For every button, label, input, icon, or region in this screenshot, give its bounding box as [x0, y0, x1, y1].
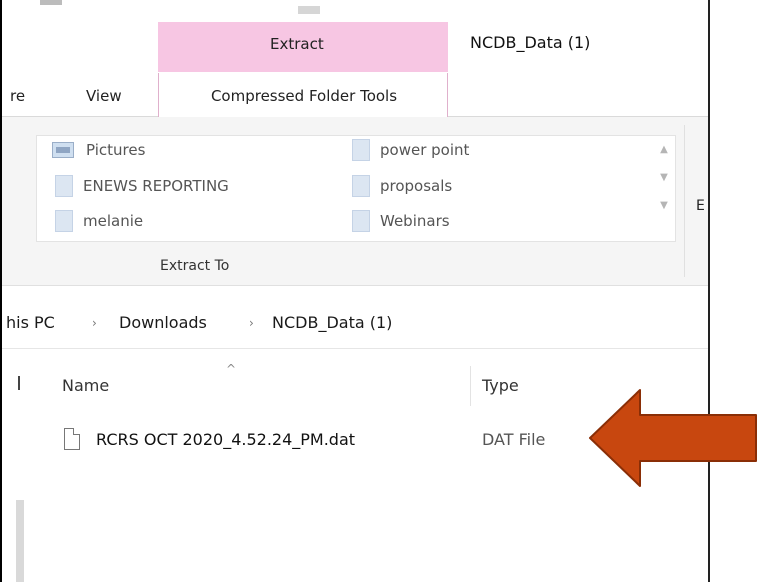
title-bar-icon-stub: [298, 6, 320, 14]
column-divider[interactable]: [470, 366, 471, 406]
navigation-pane-splitter[interactable]: [18, 376, 20, 390]
breadcrumb-ncdb-data[interactable]: NCDB_Data (1): [272, 313, 392, 332]
window-border-right: [708, 0, 710, 582]
gallery-item-power-point[interactable]: power point: [352, 137, 469, 163]
tab-compressed-folder-tools-label: Compressed Folder Tools: [210, 87, 398, 105]
breadcrumb-chevron-icon[interactable]: ›: [92, 316, 97, 330]
expand-gallery-icon[interactable]: ▼: [654, 192, 674, 220]
extract-all-button-partial[interactable]: E: [696, 198, 705, 214]
gallery-item-proposals[interactable]: proposals: [352, 173, 452, 199]
scroll-down-icon[interactable]: ▼: [654, 164, 674, 192]
gallery-item-pictures[interactable]: Pictures: [52, 137, 145, 163]
pictures-folder-icon: [52, 142, 74, 158]
folder-icon: [352, 175, 370, 197]
breadcrumb[interactable]: his PC › Downloads › NCDB_Data (1): [2, 303, 708, 347]
file-row[interactable]: RCRS OCT 2020_4.52.24_PM.dat DAT File: [64, 423, 664, 455]
ribbon-group-separator: [684, 125, 685, 277]
breadcrumb-chevron-icon[interactable]: ›: [249, 316, 254, 330]
title-bar-icon-stub: [40, 0, 62, 5]
document-icon: [64, 428, 80, 450]
extract-to-group-label: Extract To: [160, 258, 230, 274]
breadcrumb-downloads[interactable]: Downloads: [119, 313, 207, 332]
extract-context-label: Extract: [270, 35, 324, 53]
scroll-up-icon[interactable]: ▲: [654, 136, 674, 164]
ribbon-bottom-border: [2, 285, 708, 286]
folder-icon: [55, 175, 73, 197]
tab-share[interactable]: re: [10, 87, 25, 105]
arrow-annotation: [589, 389, 757, 487]
folder-icon: [352, 210, 370, 232]
gallery-item-webinars[interactable]: Webinars: [352, 208, 450, 234]
gallery-item-melanie[interactable]: melanie: [55, 208, 143, 234]
column-header-type[interactable]: Type: [482, 376, 519, 395]
tab-view[interactable]: View: [86, 87, 122, 105]
navigation-pane-scrollbar[interactable]: [16, 500, 24, 582]
title-bar: [0, 0, 710, 20]
address-bar-border: [2, 348, 708, 349]
file-type: DAT File: [482, 429, 546, 449]
window-title: NCDB_Data (1): [470, 33, 591, 52]
file-name: RCRS OCT 2020_4.52.24_PM.dat: [96, 429, 356, 449]
sort-caret-icon: ^: [226, 362, 237, 376]
folder-icon: [352, 139, 370, 161]
breadcrumb-this-pc[interactable]: his PC: [6, 313, 55, 332]
gallery-scrollbar[interactable]: ▲ ▼ ▼: [654, 136, 674, 240]
folder-icon: [55, 210, 73, 232]
column-header-name[interactable]: Name: [62, 376, 109, 395]
gallery-item-enews-reporting[interactable]: ENEWS REPORTING: [55, 173, 229, 199]
arrow-shape: [589, 389, 757, 487]
window-border-left: [0, 0, 2, 582]
